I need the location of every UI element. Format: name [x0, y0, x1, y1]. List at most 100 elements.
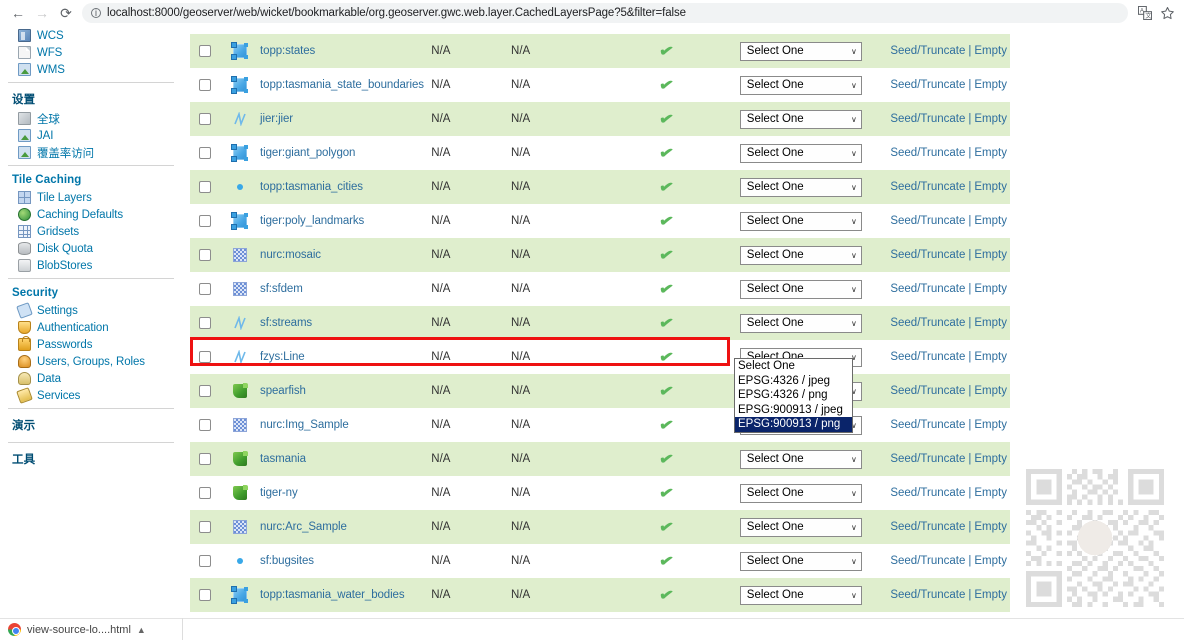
empty-link[interactable]: Empty [974, 249, 1007, 261]
sidebar-item-services[interactable]: Services [8, 387, 178, 404]
dropdown-option[interactable]: EPSG:4326 / jpeg [735, 374, 852, 389]
seed-truncate-link[interactable]: Seed/Truncate [890, 589, 965, 601]
seed-truncate-link[interactable]: Seed/Truncate [890, 317, 965, 329]
seed-truncate-link[interactable]: Seed/Truncate [890, 283, 965, 295]
forward-arrow-icon[interactable]: → [30, 2, 54, 24]
row-checkbox[interactable] [198, 113, 211, 125]
layer-name-link[interactable]: nurc:Arc_Sample [260, 521, 347, 533]
layer-name-link[interactable]: fzys:Line [260, 351, 305, 363]
download-item[interactable]: view-source-lo....html ▲ [8, 623, 146, 636]
sidebar-item-jai[interactable]: JAI [8, 128, 178, 143]
seed-truncate-link[interactable]: Seed/Truncate [890, 385, 965, 397]
layer-name-link[interactable]: topp:states [260, 45, 315, 57]
empty-link[interactable]: Empty [974, 113, 1007, 125]
seed-truncate-link[interactable]: Seed/Truncate [890, 487, 965, 499]
layer-name-link[interactable]: sf:streams [260, 317, 312, 329]
sidebar-item-[interactable]: 覆盖率访问 [8, 145, 178, 160]
row-checkbox[interactable] [198, 521, 211, 533]
sidebar-item-caching-defaults[interactable]: Caching Defaults [8, 207, 178, 222]
preview-format-select[interactable]: Select One ∨ [739, 585, 862, 605]
row-checkbox[interactable] [198, 351, 211, 363]
translate-icon[interactable]: A 文 [1134, 2, 1156, 24]
seed-truncate-link[interactable]: Seed/Truncate [890, 215, 965, 227]
layer-name-link[interactable]: nurc:mosaic [260, 249, 321, 261]
row-checkbox[interactable] [198, 147, 211, 159]
layer-name-link[interactable]: tiger:poly_landmarks [260, 215, 364, 227]
empty-link[interactable]: Empty [974, 521, 1007, 533]
layer-name-link[interactable]: topp:tasmania_water_bodies [260, 589, 405, 601]
layer-name-link[interactable]: sf:sfdem [260, 283, 303, 295]
empty-link[interactable]: Empty [974, 45, 1007, 57]
sidebar-item-settings[interactable]: Settings [8, 302, 178, 319]
preview-format-select[interactable]: Select One ∨ [739, 109, 862, 129]
dropdown-option[interactable]: EPSG:900913 / png [735, 417, 852, 432]
seed-truncate-link[interactable]: Seed/Truncate [890, 555, 965, 567]
layer-name-link[interactable]: tiger-ny [260, 487, 298, 499]
sidebar-item-users-groups-roles[interactable]: Users, Groups, Roles [8, 354, 178, 369]
layer-name-link[interactable]: topp:tasmania_cities [260, 181, 363, 193]
preview-format-select[interactable]: Select One ∨ [739, 279, 862, 299]
preview-format-select[interactable]: Select One ∨ [739, 211, 862, 231]
layer-name-link[interactable]: tasmania [260, 453, 306, 465]
sidebar-item-data[interactable]: Data [8, 371, 178, 386]
layer-name-link[interactable]: jier:jier [260, 113, 293, 125]
row-checkbox[interactable] [198, 249, 211, 261]
row-checkbox[interactable] [198, 453, 211, 465]
sidebar-item-tile-layers[interactable]: Tile Layers [8, 190, 178, 205]
sidebar-item-passwords[interactable]: Passwords [8, 336, 178, 352]
sidebar-item-wcs[interactable]: WCS [8, 28, 178, 43]
empty-link[interactable]: Empty [974, 147, 1007, 159]
row-checkbox[interactable] [198, 283, 211, 295]
sidebar-item-authentication[interactable]: Authentication [8, 320, 178, 335]
sidebar-item-blobstores[interactable]: BlobStores [8, 258, 178, 273]
star-bookmark-icon[interactable] [1156, 2, 1178, 24]
reload-icon[interactable]: ⟳ [54, 2, 78, 24]
empty-link[interactable]: Empty [974, 351, 1007, 363]
row-checkbox[interactable] [198, 181, 211, 193]
preview-format-select[interactable]: Select One ∨ [739, 517, 862, 537]
row-checkbox[interactable] [198, 45, 211, 57]
empty-link[interactable]: Empty [974, 453, 1007, 465]
seed-truncate-link[interactable]: Seed/Truncate [890, 521, 965, 533]
empty-link[interactable]: Empty [974, 79, 1007, 91]
preview-format-select[interactable]: Select One ∨ [739, 313, 862, 333]
layer-name-link[interactable]: sf:bugsites [260, 555, 314, 567]
sidebar-item-disk-quota[interactable]: Disk Quota [8, 241, 178, 256]
preview-format-select[interactable]: Select One ∨ [739, 177, 862, 197]
preview-format-select[interactable]: Select One ∨ [739, 75, 862, 95]
seed-truncate-link[interactable]: Seed/Truncate [890, 79, 965, 91]
row-checkbox[interactable] [198, 317, 211, 329]
format-dropdown-open-list[interactable]: Select One EPSG:4326 / jpeg EPSG:4326 / pn… [734, 358, 853, 433]
layer-name-link[interactable]: nurc:Img_Sample [260, 419, 349, 431]
preview-format-select[interactable]: Select One ∨ [739, 449, 862, 469]
sidebar-item-wfs[interactable]: WFS [8, 45, 178, 60]
empty-link[interactable]: Empty [974, 283, 1007, 295]
layer-name-link[interactable]: topp:tasmania_state_boundaries [260, 79, 424, 91]
layer-name-link[interactable]: tiger:giant_polygon [260, 147, 355, 159]
preview-format-select[interactable]: Select One ∨ [739, 143, 862, 163]
row-checkbox[interactable] [198, 487, 211, 499]
sidebar-item-[interactable]: 全球 [8, 111, 178, 126]
dropdown-option[interactable]: EPSG:4326 / png [735, 388, 852, 403]
sidebar-item-gridsets[interactable]: Gridsets [8, 224, 178, 239]
seed-truncate-link[interactable]: Seed/Truncate [890, 453, 965, 465]
dropdown-option[interactable]: EPSG:900913 / jpeg [735, 403, 852, 418]
empty-link[interactable]: Empty [974, 487, 1007, 499]
seed-truncate-link[interactable]: Seed/Truncate [890, 249, 965, 261]
row-checkbox[interactable] [198, 555, 211, 567]
empty-link[interactable]: Empty [974, 215, 1007, 227]
preview-format-select[interactable]: Select One ∨ [739, 41, 862, 61]
seed-truncate-link[interactable]: Seed/Truncate [890, 113, 965, 125]
empty-link[interactable]: Empty [974, 589, 1007, 601]
layer-name-link[interactable]: spearfish [260, 385, 306, 397]
seed-truncate-link[interactable]: Seed/Truncate [890, 45, 965, 57]
empty-link[interactable]: Empty [974, 317, 1007, 329]
empty-link[interactable]: Empty [974, 181, 1007, 193]
row-checkbox[interactable] [198, 419, 211, 431]
seed-truncate-link[interactable]: Seed/Truncate [890, 147, 965, 159]
empty-link[interactable]: Empty [974, 419, 1007, 431]
seed-truncate-link[interactable]: Seed/Truncate [890, 351, 965, 363]
chevron-up-icon[interactable]: ▲ [137, 625, 146, 635]
row-checkbox[interactable] [198, 215, 211, 227]
preview-format-select[interactable]: Select One ∨ [739, 551, 862, 571]
